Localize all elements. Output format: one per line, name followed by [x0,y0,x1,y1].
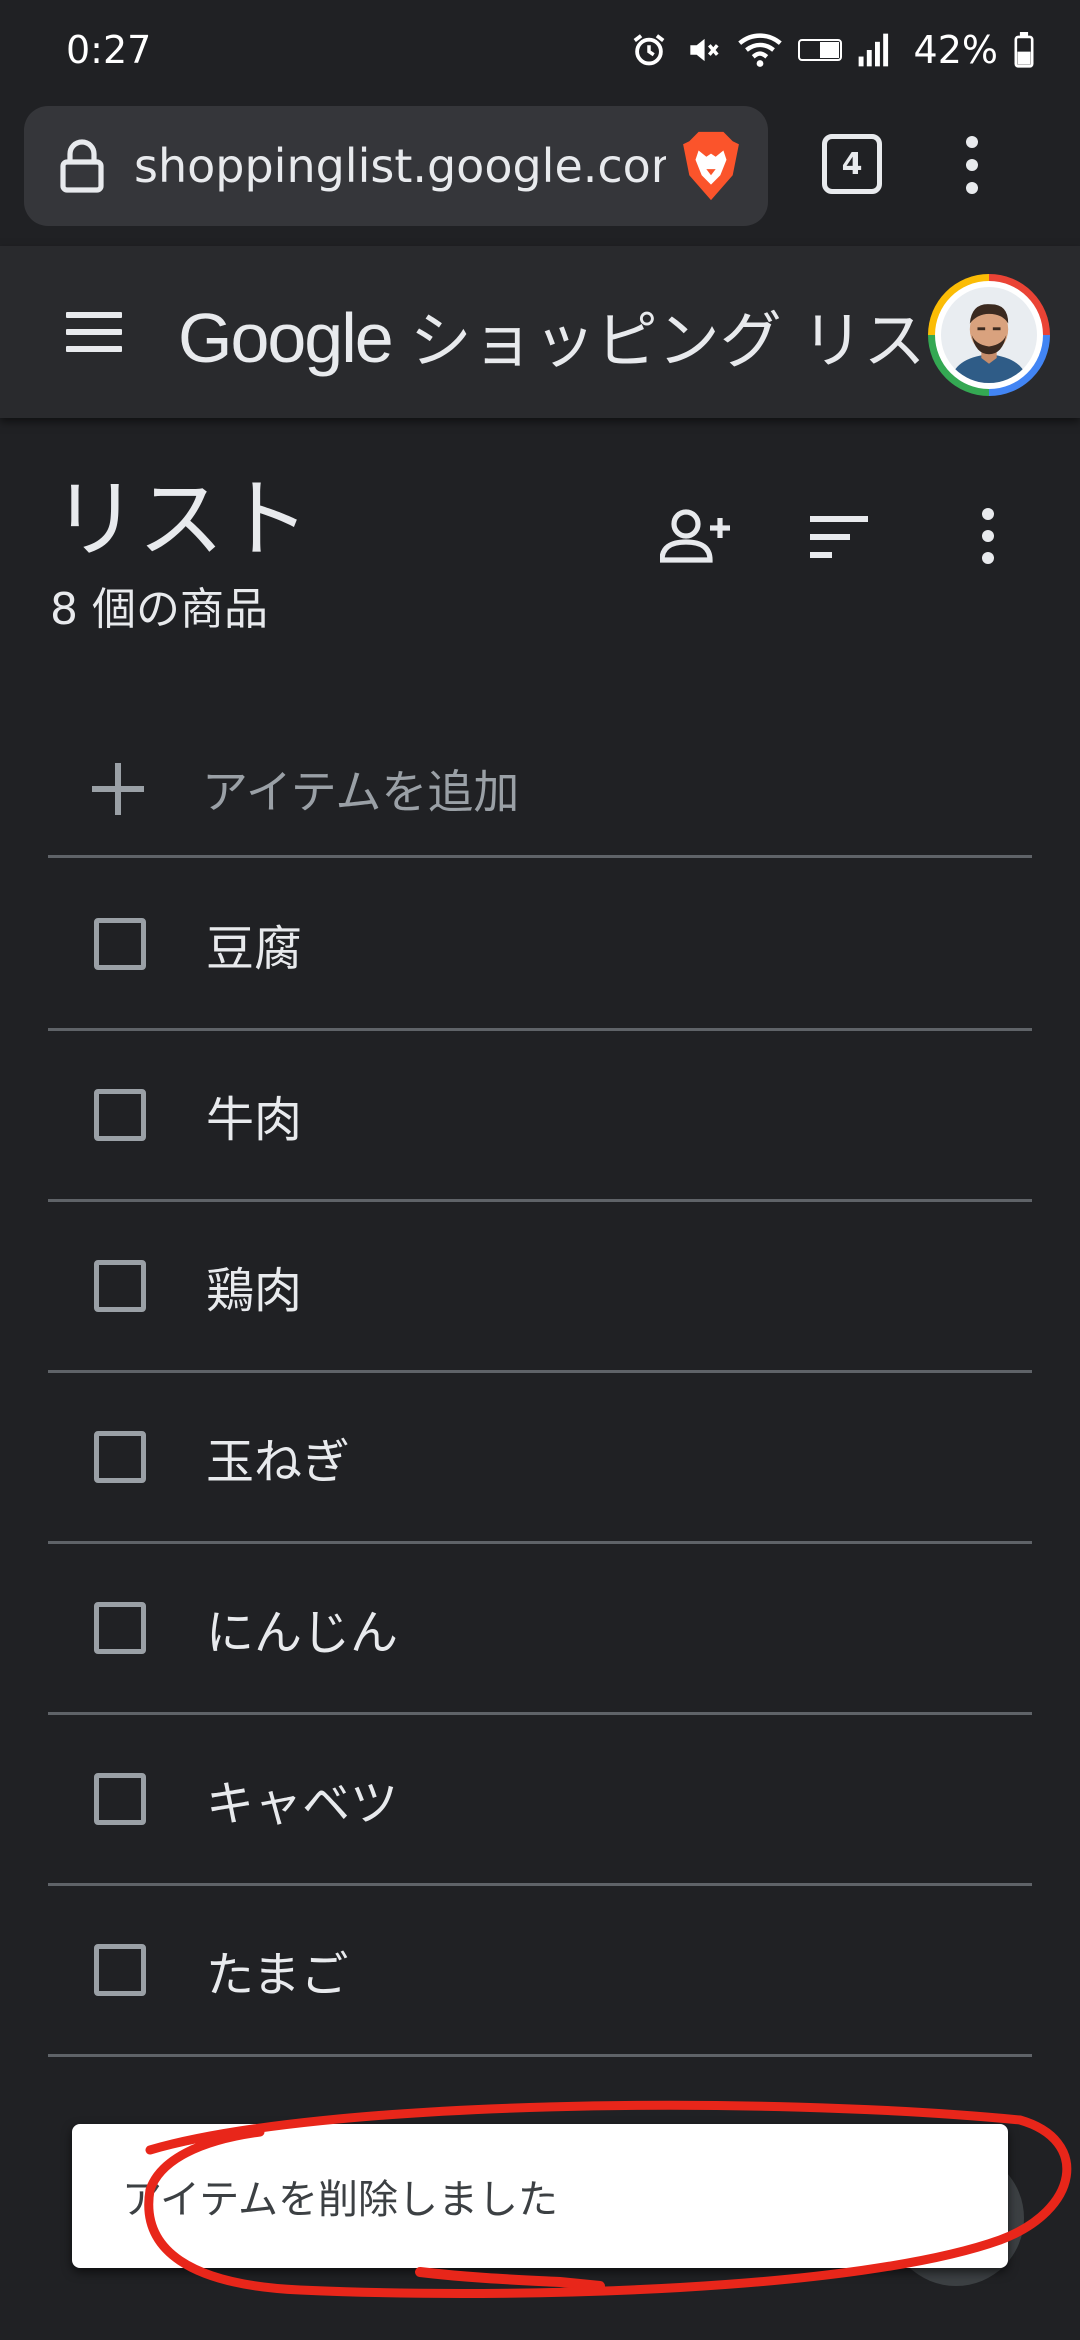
battery-icon [1014,32,1034,68]
address-bar[interactable]: shoppinglist.google.com [24,106,768,226]
app-title: Google ショッピング リスト [178,290,920,380]
snackbar-message: アイテムを削除しました [122,2177,558,2223]
list-more-icon[interactable] [976,508,1000,564]
item-label[interactable]: キャベツ [206,1764,398,1834]
item-label[interactable]: 豆腐 [206,909,302,979]
shopping-items: 豆腐 牛肉 鶏肉 玉ねぎ にんじん キャベツ たまご [48,860,1032,2057]
lock-icon[interactable] [58,138,106,194]
tab-switcher-button[interactable]: 4 [822,134,882,194]
snackbar: アイテムを削除しました [72,2124,1008,2268]
alarm-icon [630,31,668,69]
list-title: リスト [52,470,310,570]
more-vert-icon[interactable] [950,130,994,200]
list-item: 鶏肉 [48,1202,1032,1373]
item-checkbox[interactable] [94,1089,146,1141]
item-label[interactable]: 牛肉 [206,1080,302,1150]
volte-icon [797,38,842,62]
item-checkbox[interactable] [94,1260,146,1312]
item-checkbox[interactable] [94,1602,146,1654]
item-checkbox[interactable] [94,1431,146,1483]
item-checkbox[interactable] [94,1944,146,1996]
item-label[interactable]: 鶏肉 [206,1251,302,1321]
wifi-icon [737,31,782,69]
plus-icon [92,762,144,815]
mute-icon [684,31,722,69]
brand-name: Google [178,299,394,377]
status-icons: 42% [630,28,1034,72]
avatar-image [941,287,1037,383]
item-count: 8 個の商品 [50,584,268,635]
product-name: ショッピング リスト [409,304,920,377]
sort-icon[interactable] [810,516,868,558]
url-text[interactable]: shoppinglist.google.com [134,139,666,193]
list-item: 豆腐 [48,860,1032,1031]
browser-toolbar: shoppinglist.google.com 4 [0,100,1080,246]
tab-count: 4 [841,146,863,182]
hamburger-icon[interactable] [66,312,122,352]
list-item: 牛肉 [48,1031,1032,1202]
app-header: Google ショッピング リスト [0,246,1080,418]
status-time: 0:27 [66,28,152,72]
item-checkbox[interactable] [94,918,146,970]
item-label[interactable]: にんじん [206,1593,398,1663]
status-bar: 0:27 42% [0,0,1080,100]
page: 0:27 42% shoppinglist.google.com 4 Googl… [0,0,1080,2340]
signal-icon [858,32,892,68]
item-label[interactable]: 玉ねぎ [206,1422,350,1492]
item-checkbox[interactable] [94,1773,146,1825]
list-item: たまご [48,1886,1032,2057]
avatar[interactable] [928,274,1050,396]
list-item: にんじん [48,1544,1032,1715]
item-label[interactable]: たまご [206,1935,349,2005]
person-add-icon[interactable] [660,508,732,564]
battery-percent: 42% [913,28,998,72]
list-item: キャベツ [48,1715,1032,1886]
brave-lion-icon[interactable] [680,128,742,204]
list-item: 玉ねぎ [48,1373,1032,1544]
add-item-row[interactable]: アイテムを追加 [48,722,1032,858]
add-item-label: アイテムを追加 [202,764,520,819]
